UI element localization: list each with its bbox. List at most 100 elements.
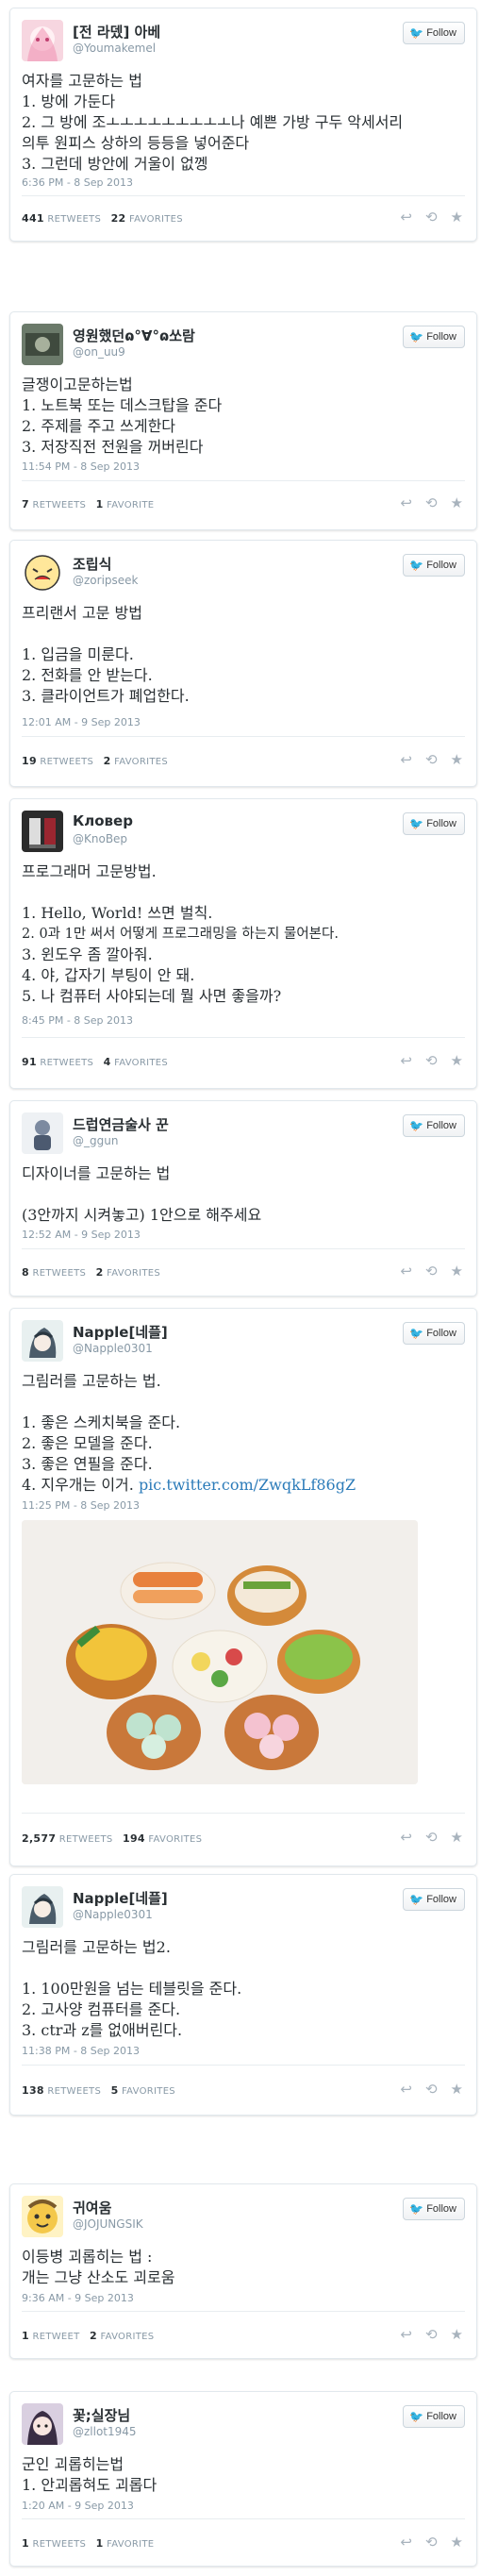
retweet-count[interactable]: 1 (22, 2330, 29, 2342)
timestamp[interactable]: 6:36 PM - 8 Sep 2013 (22, 176, 133, 189)
retweet-icon[interactable]: ⟲ (425, 753, 438, 767)
divider (22, 2065, 465, 2066)
tweet-text: 군인 괴롭히는법 1. 안괴롭혀도 괴롭다 (22, 2454, 465, 2496)
reply-icon[interactable]: ↩ (400, 2083, 412, 2097)
user-handle[interactable]: @Napple0301 (73, 1908, 153, 1921)
timestamp[interactable]: 12:52 AM - 9 Sep 2013 (22, 1229, 141, 1241)
user-handle[interactable]: @on_uu9 (73, 345, 125, 359)
timestamp[interactable]: 8:45 PM - 8 Sep 2013 (22, 1014, 133, 1027)
star-icon[interactable]: ★ (451, 210, 463, 225)
favorite-count[interactable]: 4 (104, 1056, 111, 1068)
favorite-count[interactable]: 194 (123, 1832, 145, 1845)
star-icon[interactable]: ★ (451, 496, 463, 510)
retweet-icon[interactable]: ⟲ (425, 1831, 438, 1845)
favorite-count[interactable]: 1 (96, 498, 104, 510)
user-handle[interactable]: @zoripseek (73, 574, 139, 587)
star-icon[interactable]: ★ (451, 2535, 463, 2550)
photo-link[interactable]: pic.twitter.com/ZwqkLf86gZ (139, 1476, 356, 1494)
display-name[interactable]: 드럽연금술사 꾼 (73, 1114, 169, 1134)
avatar[interactable] (22, 1886, 63, 1928)
favorite-count[interactable]: 2 (96, 1266, 104, 1279)
display-name[interactable]: 조립식 (73, 554, 111, 574)
favorite-count[interactable]: 2 (104, 755, 111, 767)
display-name[interactable]: [전 라뎄] 아베 (73, 22, 160, 42)
retweet-count[interactable]: 138 (22, 2084, 44, 2097)
reply-icon[interactable]: ↩ (400, 496, 412, 510)
follow-button[interactable]: 🐦 Follow (403, 812, 465, 835)
retweet-icon[interactable]: ⟲ (425, 210, 438, 225)
retweet-count[interactable]: 441 (22, 212, 44, 225)
timestamp[interactable]: 11:38 PM - 8 Sep 2013 (22, 2045, 140, 2057)
star-icon[interactable]: ★ (451, 2328, 463, 2342)
timestamp[interactable]: 1:20 AM - 9 Sep 2013 (22, 2500, 134, 2512)
user-handle[interactable]: @Napple0301 (73, 1342, 153, 1355)
tweet-line: 4. 야, 갑자기 부팅이 안 돼. (22, 966, 195, 984)
avatar[interactable] (22, 1112, 63, 1154)
favorites-label: FAVORITE (107, 500, 155, 510)
retweet-icon[interactable]: ⟲ (425, 2535, 438, 2550)
favorite-count[interactable]: 1 (96, 2537, 104, 2550)
avatar[interactable] (22, 2403, 63, 2445)
follow-label: Follow (426, 818, 456, 829)
reply-icon[interactable]: ↩ (400, 1264, 412, 1279)
star-icon[interactable]: ★ (451, 2083, 463, 2097)
reply-icon[interactable]: ↩ (400, 1054, 412, 1068)
follow-button[interactable]: 🐦 Follow (403, 326, 465, 348)
retweet-count[interactable]: 8 (22, 1266, 29, 1279)
retweet-count[interactable]: 2,577 (22, 1832, 56, 1845)
user-handle[interactable]: @Youmakemel (73, 42, 156, 55)
avatar[interactable] (22, 20, 63, 61)
display-name[interactable]: Napple[네플] (73, 1888, 168, 1908)
reply-icon[interactable]: ↩ (400, 2328, 412, 2342)
reply-icon[interactable]: ↩ (400, 2535, 412, 2550)
favorite-count[interactable]: 5 (111, 2084, 119, 2097)
favorites-label: FAVORITES (122, 2086, 175, 2097)
star-icon[interactable]: ★ (451, 753, 463, 767)
retweet-count[interactable]: 7 (22, 498, 29, 510)
retweet-count[interactable]: 91 (22, 1056, 37, 1068)
retweet-icon[interactable]: ⟲ (425, 2083, 438, 2097)
timestamp[interactable]: 11:54 PM - 8 Sep 2013 (22, 460, 140, 473)
favorite-count[interactable]: 22 (111, 212, 126, 225)
display-name[interactable]: 귀여움 (73, 2198, 111, 2217)
follow-button[interactable]: 🐦 Follow (403, 22, 465, 44)
tweet-stats: 138 RETWEETS 5 FAVORITES (22, 2084, 175, 2097)
avatar[interactable] (22, 2196, 63, 2237)
tweet-photo[interactable] (22, 1520, 418, 1784)
follow-button[interactable]: 🐦 Follow (403, 2198, 465, 2220)
follow-button[interactable]: 🐦 Follow (403, 554, 465, 577)
user-handle[interactable]: @KnoBep (73, 832, 127, 845)
timestamp[interactable]: 11:25 PM - 8 Sep 2013 (22, 1499, 140, 1512)
user-handle[interactable]: @_ggun (73, 1134, 118, 1147)
follow-button[interactable]: 🐦 Follow (403, 2405, 465, 2428)
star-icon[interactable]: ★ (451, 1054, 463, 1068)
display-name[interactable]: Napple[네플] (73, 1322, 168, 1342)
follow-button[interactable]: 🐦 Follow (403, 1322, 465, 1345)
retweet-icon[interactable]: ⟲ (425, 1264, 438, 1279)
star-icon[interactable]: ★ (451, 1831, 463, 1845)
favorite-count[interactable]: 2 (90, 2330, 97, 2342)
follow-button[interactable]: 🐦 Follow (403, 1888, 465, 1911)
follow-button[interactable]: 🐦 Follow (403, 1114, 465, 1137)
timestamp[interactable]: 12:01 AM - 9 Sep 2013 (22, 716, 141, 728)
avatar[interactable] (22, 811, 63, 852)
avatar[interactable] (22, 1320, 63, 1362)
tweet-line: 그림러를 고문하는 법. (22, 1372, 161, 1390)
timestamp[interactable]: 9:36 AM - 9 Sep 2013 (22, 2292, 134, 2304)
avatar[interactable] (22, 324, 63, 365)
star-icon[interactable]: ★ (451, 1264, 463, 1279)
retweet-count[interactable]: 19 (22, 755, 37, 767)
avatar[interactable] (22, 552, 63, 594)
reply-icon[interactable]: ↩ (400, 210, 412, 225)
retweet-icon[interactable]: ⟲ (425, 2328, 438, 2342)
display-name[interactable]: 꽃;실장님 (73, 2405, 130, 2425)
reply-icon[interactable]: ↩ (400, 753, 412, 767)
display-name[interactable]: Кловер (73, 812, 133, 829)
user-handle[interactable]: @zllot1945 (73, 2425, 137, 2438)
reply-icon[interactable]: ↩ (400, 1831, 412, 1845)
retweet-icon[interactable]: ⟲ (425, 1054, 438, 1068)
retweet-icon[interactable]: ⟲ (425, 496, 438, 510)
user-handle[interactable]: @JOJUNGSIK (73, 2217, 143, 2231)
retweet-count[interactable]: 1 (22, 2537, 29, 2550)
display-name[interactable]: 영원했던ɷ°∀°ɷ쏘람 (73, 326, 195, 345)
